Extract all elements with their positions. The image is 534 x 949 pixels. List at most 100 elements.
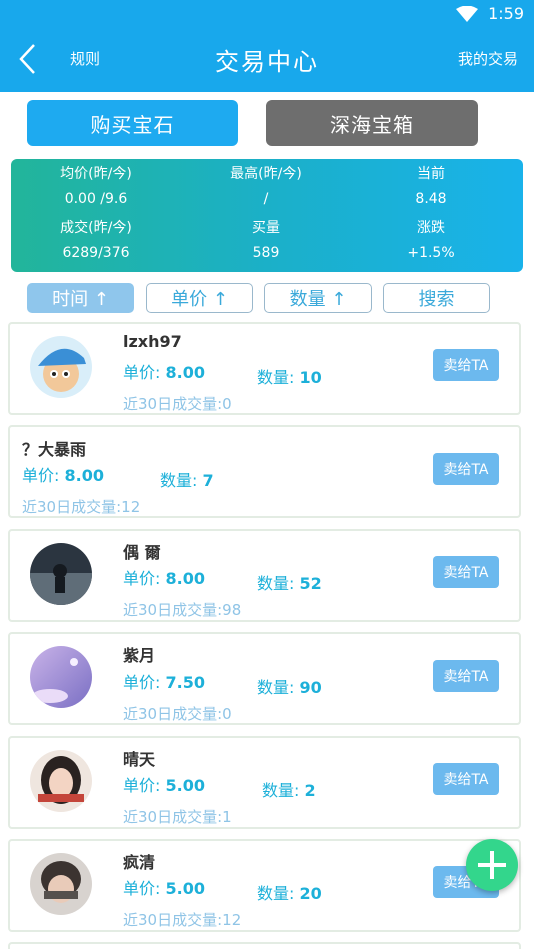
volume-value: 12 <box>121 498 141 516</box>
quantity: 数量: 90 <box>257 674 322 698</box>
seller-name: 晴天 <box>123 750 156 769</box>
stat-deals-label: 成交(昨/今) <box>60 220 132 236</box>
stat-average: 均价(昨/今) 0.00 /9.6 <box>11 164 181 209</box>
quantity-label: 数量: <box>160 471 203 490</box>
stat-buy-volume-value: 589 <box>252 245 280 261</box>
price-label: 单价: <box>123 776 166 795</box>
stat-high-label: 最高(昨/今) <box>230 166 302 182</box>
stat-high-value: / <box>263 191 269 207</box>
quantity: 数量: 7 <box>160 467 214 491</box>
stat-deals-value: 6289/376 <box>62 245 130 261</box>
quantity: 数量: 52 <box>257 570 322 594</box>
quantity: 数量: 20 <box>257 880 322 904</box>
price-value: 5.00 <box>165 879 205 898</box>
quantity-label: 数量: <box>257 884 300 903</box>
status-time: 1:59 <box>488 4 524 23</box>
stat-average-label: 均价(昨/今) <box>60 166 132 182</box>
stat-high: 最高(昨/今) / <box>181 164 351 209</box>
volume-30d: 近30日成交量:98 <box>123 599 241 620</box>
sell-to-button[interactable]: 卖给TA <box>433 556 499 588</box>
seller-name: 偶 爾 <box>123 543 161 562</box>
quantity-label: 数量: <box>257 574 300 593</box>
tab-buy-gems[interactable]: 购买宝石 <box>27 100 238 146</box>
quantity-label: 数量: <box>257 678 300 697</box>
page-title: 交易中心 <box>215 48 319 76</box>
stat-change: 涨跌 +1.5% <box>346 218 516 263</box>
quantity-value: 2 <box>304 781 316 800</box>
sort-by-price-button[interactable]: 单价 ↑ <box>146 283 253 313</box>
volume-30d: 近30日成交量:12 <box>22 496 140 517</box>
add-listing-button[interactable] <box>466 839 518 891</box>
volume-label: 近30日成交量: <box>123 911 223 929</box>
unit-price: 单价: 8.00 <box>123 565 205 589</box>
price-value: 8.00 <box>165 569 205 588</box>
volume-value: 1 <box>222 808 232 826</box>
list-item: 偶 爾 单价: 8.00 数量: 52 近30日成交量:98 卖给TA <box>8 529 521 622</box>
price-label: 单价: <box>123 879 166 898</box>
sell-to-button[interactable]: 卖给TA <box>433 453 499 485</box>
stat-buy-volume-label: 买量 <box>252 220 280 236</box>
list-item: 晴天 单价: 5.00 数量: 2 近30日成交量:1 卖给TA <box>8 736 521 829</box>
price-label: 单价: <box>22 466 65 485</box>
price-label: 单价: <box>123 569 166 588</box>
quantity-value: 20 <box>299 884 322 903</box>
volume-value: 0 <box>222 395 232 413</box>
sell-to-button[interactable]: 卖给TA <box>433 763 499 795</box>
price-label: 单价: <box>123 363 166 382</box>
avatar <box>30 543 92 605</box>
volume-value: 12 <box>222 911 242 929</box>
stat-current: 当前 8.48 <box>346 164 516 209</box>
price-label: 单价: <box>123 673 166 692</box>
unit-price: 单价: 5.00 <box>123 875 205 899</box>
stat-change-value: +1.5% <box>407 245 455 261</box>
sell-to-button[interactable]: 卖给TA <box>433 660 499 692</box>
stat-deals: 成交(昨/今) 6289/376 <box>11 218 181 263</box>
sell-to-button[interactable]: 卖给TA <box>433 349 499 381</box>
price-value: 5.00 <box>165 776 205 795</box>
avatar <box>30 646 92 708</box>
seller-name: lzxh97 <box>123 332 182 351</box>
volume-label: 近30日成交量: <box>123 601 223 619</box>
wifi-icon <box>456 5 479 22</box>
volume-label: 近30日成交量: <box>123 705 223 723</box>
stat-current-value: 8.48 <box>415 191 447 207</box>
list-item: 疯清 单价: 5.00 数量: 20 近30日成交量:12 卖给TA <box>8 839 521 932</box>
volume-label: 近30日成交量: <box>22 498 122 516</box>
quantity-value: 52 <box>299 574 322 593</box>
unit-price: 单价: 8.00 <box>123 359 205 383</box>
volume-30d: 近30日成交量:12 <box>123 909 241 930</box>
stat-average-value: 0.00 /9.6 <box>64 191 128 207</box>
volume-value: 0 <box>222 705 232 723</box>
list-item: lzxh97 单价: 8.00 数量: 10 近30日成交量:0 卖给TA <box>8 322 521 415</box>
quantity-value: 90 <box>299 678 322 697</box>
volume-30d: 近30日成交量:1 <box>123 806 232 827</box>
sort-by-quantity-button[interactable]: 数量 ↑ <box>264 283 372 313</box>
seller-name: ？大暴雨 <box>22 440 87 459</box>
tab-deep-sea-chest[interactable]: 深海宝箱 <box>266 100 478 146</box>
quantity: 数量: 2 <box>262 777 316 801</box>
status-bar: 1:59 <box>0 0 534 28</box>
quantity-label: 数量: <box>257 368 300 387</box>
stat-change-label: 涨跌 <box>417 220 445 236</box>
price-value: 8.00 <box>165 363 205 382</box>
volume-value: 98 <box>222 601 242 619</box>
avatar <box>30 336 92 398</box>
sort-by-time-button[interactable]: 时间 ↑ <box>27 283 134 313</box>
quantity-value: 7 <box>202 471 214 490</box>
quantity: 数量: 10 <box>257 364 322 388</box>
price-value: 8.00 <box>64 466 104 485</box>
search-button[interactable]: 搜索 <box>383 283 490 313</box>
unit-price: 单价: 7.50 <box>123 669 205 693</box>
my-trades-link[interactable]: 我的交易 <box>458 48 518 69</box>
seller-name: 紫月 <box>123 646 156 665</box>
list-item <box>8 942 521 949</box>
volume-30d: 近30日成交量:0 <box>123 393 232 414</box>
status-icons: 1:59 <box>456 4 524 23</box>
list-item: ？大暴雨 单价: 8.00 数量: 7 近30日成交量:12 卖给TA <box>8 425 521 518</box>
volume-label: 近30日成交量: <box>123 808 223 826</box>
app-header: 规则 交易中心 我的交易 <box>0 28 534 92</box>
price-value: 7.50 <box>165 673 205 692</box>
unit-price: 单价: 5.00 <box>123 772 205 796</box>
volume-30d: 近30日成交量:0 <box>123 703 232 724</box>
market-stats-panel: 均价(昨/今) 0.00 /9.6 最高(昨/今) / 当前 8.48 成交(昨… <box>11 159 523 272</box>
